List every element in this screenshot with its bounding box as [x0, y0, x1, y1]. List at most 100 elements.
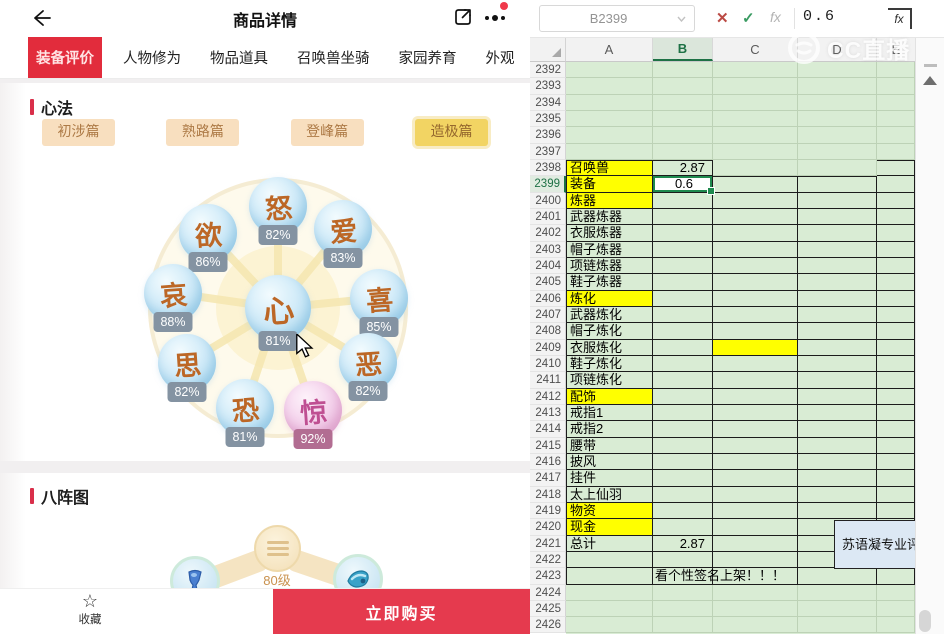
cell-B2394[interactable] — [653, 94, 713, 111]
cell-A2422[interactable] — [566, 551, 653, 569]
cell-A2419[interactable]: 物资 — [566, 502, 653, 520]
cell-D2392[interactable] — [798, 62, 877, 79]
cell-E2418[interactable] — [877, 486, 915, 503]
cell-D2416[interactable] — [798, 453, 877, 471]
cell-D2393[interactable] — [798, 78, 877, 95]
cell-C2416[interactable] — [713, 453, 798, 471]
cell-B2398[interactable]: 2.87 — [653, 159, 713, 177]
cell-C2425[interactable] — [713, 600, 798, 618]
cell-E2407[interactable] — [877, 306, 915, 324]
cell-D2409[interactable] — [798, 339, 877, 356]
row-header-2425[interactable]: 2425 — [530, 600, 566, 618]
row-header-2394[interactable]: 2394 — [530, 94, 566, 111]
cell-B2397[interactable] — [653, 143, 713, 160]
cell-C2420[interactable] — [713, 519, 798, 536]
cell-C2424[interactable] — [713, 584, 798, 601]
cell-A2392[interactable] — [566, 62, 653, 79]
cell-A2401[interactable]: 武器炼器 — [566, 208, 653, 226]
cell-A2414[interactable]: 戒指2 — [566, 421, 653, 438]
cell-A2400[interactable]: 炼器 — [566, 192, 653, 209]
cell-D2413[interactable] — [798, 404, 877, 422]
cell-D2426[interactable] — [798, 617, 877, 634]
cell-E2409[interactable] — [877, 339, 915, 356]
cell-E2419[interactable] — [877, 502, 915, 520]
cell-B2405[interactable] — [653, 274, 713, 291]
cell-D2403[interactable] — [798, 241, 877, 258]
row-header-2422[interactable]: 2422 — [530, 551, 566, 569]
cell-D2399[interactable] — [798, 176, 877, 193]
cell-D2410[interactable] — [798, 355, 877, 373]
cell-B2400[interactable] — [653, 192, 713, 209]
row-header-2407[interactable]: 2407 — [530, 306, 566, 324]
cell-E2414[interactable] — [877, 421, 915, 438]
cell-A2397[interactable] — [566, 143, 653, 160]
cell-D2411[interactable] — [798, 372, 877, 389]
row-header-2396[interactable]: 2396 — [530, 127, 566, 144]
cell-C2412[interactable] — [713, 388, 798, 405]
cell-A2425[interactable] — [566, 600, 653, 618]
cell-D2415[interactable] — [798, 437, 877, 454]
cell-C2402[interactable] — [713, 225, 798, 242]
cell-A2418[interactable]: 太上仙羽 — [566, 486, 653, 503]
row-header-2403[interactable]: 2403 — [530, 241, 566, 258]
tab-equipment-rating[interactable]: 装备评价 — [28, 37, 102, 78]
cell-E2406[interactable] — [877, 290, 915, 307]
tab-appearance[interactable]: 外观 — [486, 37, 515, 78]
cell-D2406[interactable] — [798, 290, 877, 307]
cell-E2401[interactable] — [877, 208, 915, 226]
row-header-2419[interactable]: 2419 — [530, 502, 566, 520]
cell-B2417[interactable] — [653, 470, 713, 487]
cell-C2426[interactable] — [713, 617, 798, 634]
cell-A2408[interactable]: 帽子炼化 — [566, 323, 653, 340]
vertical-scrollbar[interactable] — [915, 38, 944, 634]
chapter-dengfeng[interactable]: 登峰篇 — [290, 119, 364, 146]
cell-B2418[interactable] — [653, 486, 713, 503]
row-header-2401[interactable]: 2401 — [530, 208, 566, 226]
row-header-2417[interactable]: 2417 — [530, 470, 566, 487]
cell-E2398[interactable] — [877, 159, 915, 177]
cell-E2426[interactable] — [877, 617, 915, 634]
row-header-2397[interactable]: 2397 — [530, 143, 566, 160]
cell-C2403[interactable] — [713, 241, 798, 258]
column-header-d[interactable]: D — [798, 38, 877, 61]
row-header-2404[interactable]: 2404 — [530, 257, 566, 275]
cell-A2406[interactable]: 炼化 — [566, 290, 653, 307]
cell-E2396[interactable] — [877, 127, 915, 144]
select-all-corner[interactable] — [530, 38, 566, 62]
row-header-2409[interactable]: 2409 — [530, 339, 566, 356]
cell-A2407[interactable]: 武器炼化 — [566, 306, 653, 324]
cell-D2412[interactable] — [798, 388, 877, 405]
cell-C2407[interactable] — [713, 306, 798, 324]
cell-A2413[interactable]: 戒指1 — [566, 404, 653, 422]
row-header-2393[interactable]: 2393 — [530, 78, 566, 95]
chapter-chushe[interactable]: 初涉篇 — [42, 119, 115, 146]
tab-items[interactable]: 物品道具 — [210, 37, 268, 78]
cell-C2414[interactable] — [713, 421, 798, 438]
cell-A2398[interactable]: 召唤兽 — [566, 159, 653, 177]
cell-E2394[interactable] — [877, 94, 915, 111]
cell-B2406[interactable] — [653, 290, 713, 307]
cell-C2405[interactable] — [713, 274, 798, 291]
cell-E2423[interactable] — [877, 568, 915, 585]
cell-C2408[interactable] — [713, 323, 798, 340]
cell-A2403[interactable]: 帽子炼器 — [566, 241, 653, 258]
appraisal-note-cell[interactable]: 苏语凝专业评估 — [834, 519, 915, 569]
tab-character[interactable]: 人物修为 — [123, 37, 181, 78]
cell-C2399[interactable] — [713, 176, 798, 193]
row-header-2400[interactable]: 2400 — [530, 192, 566, 209]
column-header-a[interactable]: A — [566, 38, 653, 61]
cell-E2393[interactable] — [877, 78, 915, 95]
split-handle[interactable] — [924, 64, 937, 67]
row-header-2412[interactable]: 2412 — [530, 388, 566, 405]
cell-A2394[interactable] — [566, 94, 653, 111]
cell-A2393[interactable] — [566, 78, 653, 95]
cell-B2399[interactable]: 0.6 — [653, 176, 715, 196]
cell-A2409[interactable]: 衣服炼化 — [566, 339, 653, 356]
cell-A2410[interactable]: 鞋子炼化 — [566, 355, 653, 373]
cell-B2414[interactable] — [653, 421, 713, 438]
cell-B2392[interactable] — [653, 62, 713, 79]
cell-E2400[interactable] — [877, 192, 915, 209]
cell-D2396[interactable] — [798, 127, 877, 144]
cell-B2413[interactable] — [653, 404, 713, 422]
cell-C2398[interactable] — [713, 159, 798, 177]
